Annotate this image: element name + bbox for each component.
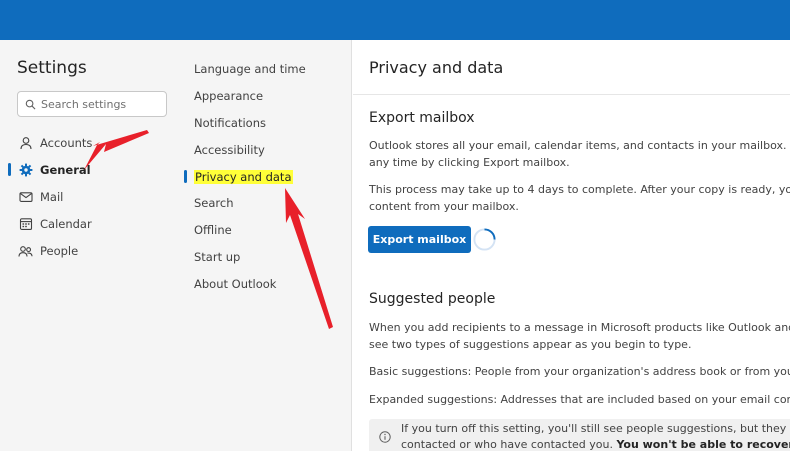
settings-navigation-pane: Settings Accounts General Mail [0,40,352,451]
nav-item-calendar[interactable]: Calendar [0,210,180,237]
subnav-item-language-and-time[interactable]: Language and time [186,56,336,83]
nav-item-label: Mail [40,189,64,204]
info-message-line-2: contacted or who have contacted you. You… [401,438,790,451]
export-description-line-2: any time by clicking Export mailbox. [369,155,570,169]
subnav-item-label: Appearance [194,89,264,104]
settings-title: Settings [17,58,87,78]
settings-category-nav: Accounts General Mail Calendar People [0,129,180,264]
info-message-box: If you turn off this setting, you'll sti… [369,419,790,451]
calendar-icon [18,216,33,231]
info-icon [379,431,391,443]
nav-item-people[interactable]: People [0,237,180,264]
subnav-item-search[interactable]: Search [186,190,336,217]
subnav-item-privacy-and-data[interactable]: Privacy and data [184,163,336,190]
export-mailbox-heading: Export mailbox [369,110,475,126]
subnav-item-label: Notifications [194,115,266,130]
subnav-item-label: Privacy and data [194,169,293,184]
search-icon [25,95,36,114]
nav-item-label: Calendar [40,216,92,231]
subnav-item-label: Offline [194,223,232,238]
search-input[interactable] [41,97,161,111]
subnav-item-label: Language and time [194,62,306,77]
nav-item-mail[interactable]: Mail [0,183,180,210]
mail-icon [18,189,33,204]
person-icon [18,135,33,150]
suggested-description-line-2: see two types of suggestions appear as y… [369,337,692,351]
search-box[interactable] [17,91,167,117]
expanded-suggestions-text: Expanded suggestions: Addresses that are… [369,393,790,406]
subnav-item-about-outlook[interactable]: About Outlook [186,270,336,297]
export-duration-line-1: This process may take up to 4 days to co… [369,183,790,196]
nav-item-label: People [40,243,79,258]
subnav-item-start-up[interactable]: Start up [186,244,336,271]
suggested-description-line-1: When you add recipients to a message in … [369,321,790,334]
app-top-bar [0,0,790,40]
people-icon [18,243,33,258]
export-duration-line-2: content from your mailbox. [369,199,519,213]
info-message-text: contacted or who have contacted you. [401,438,617,451]
nav-item-general[interactable]: General [0,156,180,183]
nav-item-label: Accounts [40,135,93,150]
nav-item-accounts[interactable]: Accounts [0,129,180,156]
general-subsection-nav: Language and time Appearance Notificatio… [184,56,336,297]
subnav-item-label: Search [194,196,234,211]
loading-spinner-icon [473,228,496,251]
nav-item-label: General [40,162,91,177]
suggested-people-heading: Suggested people [369,291,496,307]
content-header: Privacy and data [353,40,790,95]
settings-content-pane: Privacy and data Export mailbox Outlook … [353,40,790,451]
page-title: Privacy and data [369,58,504,77]
gear-icon [18,162,33,177]
subnav-item-appearance[interactable]: Appearance [186,83,336,110]
basic-suggestions-text: Basic suggestions: People from your orga… [369,365,790,378]
info-message-warning: You won't be able to recover this c [616,438,790,451]
subnav-item-notifications[interactable]: Notifications [186,110,336,137]
subnav-item-offline[interactable]: Offline [186,217,336,244]
subnav-item-label: Accessibility [194,142,265,157]
subnav-item-label: Start up [194,249,241,264]
export-description-line-1: Outlook stores all your email, calendar … [369,139,790,152]
subnav-item-accessibility[interactable]: Accessibility [186,136,336,163]
info-message-line-1: If you turn off this setting, you'll sti… [401,422,790,435]
export-mailbox-button[interactable]: Export mailbox [368,226,471,253]
subnav-item-label: About Outlook [194,276,277,291]
